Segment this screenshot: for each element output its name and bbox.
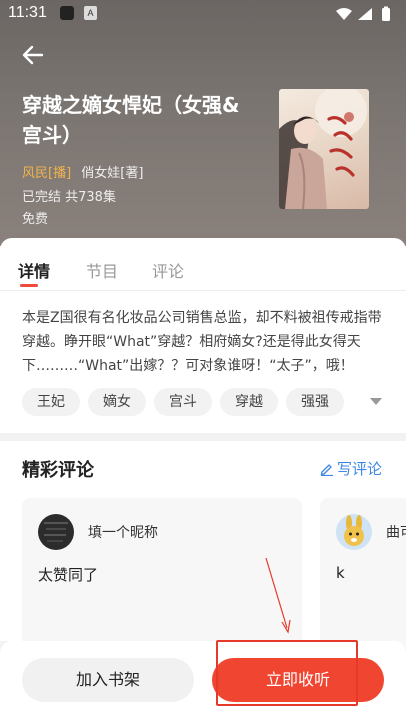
book-cover-image (279, 89, 369, 209)
listen-now-button[interactable]: 立即收听 (212, 658, 384, 702)
tag-item[interactable]: 穿越 (220, 388, 278, 416)
tag-item[interactable]: 王妃 (22, 388, 80, 416)
back-arrow-icon[interactable] (20, 42, 46, 68)
write-comment-link[interactable]: 写评论 (320, 458, 382, 479)
tag-item[interactable]: 宫斗 (154, 388, 212, 416)
tag-item[interactable]: 嫡女 (88, 388, 146, 416)
tab-comments[interactable]: 评论 (152, 258, 184, 282)
anchor-name[interactable]: 风民[播] (22, 166, 71, 181)
active-tab-indicator (20, 284, 38, 287)
pencil-icon (320, 463, 333, 476)
book-header: 11:31 A 穿越之嫡女悍妃（女强&宫斗） 风民[播] 俏女娃[著] 已完结 … (0, 0, 406, 246)
expand-tags-icon[interactable] (370, 398, 382, 405)
add-to-shelf-button[interactable]: 加入书架 (22, 658, 194, 702)
price-label: 免费 (22, 212, 49, 227)
avatar[interactable] (38, 514, 74, 550)
comments-title: 精彩评论 (22, 460, 94, 481)
comment-card[interactable]: 曲可 k (320, 498, 406, 648)
keyboard-indicator-icon: A (84, 6, 97, 20)
comment-card[interactable]: 填一个昵称 太赞同了 (22, 498, 302, 648)
status-time: 11:31 (8, 4, 47, 21)
episode-status: 已完结 共738集 (22, 190, 116, 205)
comment-username: 填一个昵称 (88, 525, 158, 541)
comment-text: k (336, 564, 345, 582)
tab-details[interactable]: 详情 (18, 258, 50, 282)
comment-username: 曲可 (386, 525, 406, 541)
comment-text: 太赞同了 (38, 566, 99, 584)
tab-episodes[interactable]: 节目 (86, 258, 118, 282)
author-name: 俏女娃[著] (81, 166, 144, 181)
wifi-icon (336, 8, 352, 20)
notification-icon (60, 6, 74, 20)
book-description: 本是Z国很有名化妆品公司销售总监，却不料被祖传戒指带穿越。睁开眼“What”穿越… (22, 310, 382, 374)
tag-item[interactable]: 强强 (286, 388, 344, 416)
book-title: 穿越之嫡女悍妃（女强&宫斗） (22, 93, 240, 147)
divider (0, 290, 406, 291)
write-comment-label: 写评论 (337, 460, 383, 478)
status-icons (334, 6, 398, 26)
battery-icon (382, 8, 390, 21)
avatar[interactable] (336, 514, 372, 550)
signal-icon (358, 8, 372, 20)
status-bar: 11:31 A (0, 0, 406, 28)
credits-row: 风民[播] 俏女娃[著] (22, 162, 143, 181)
